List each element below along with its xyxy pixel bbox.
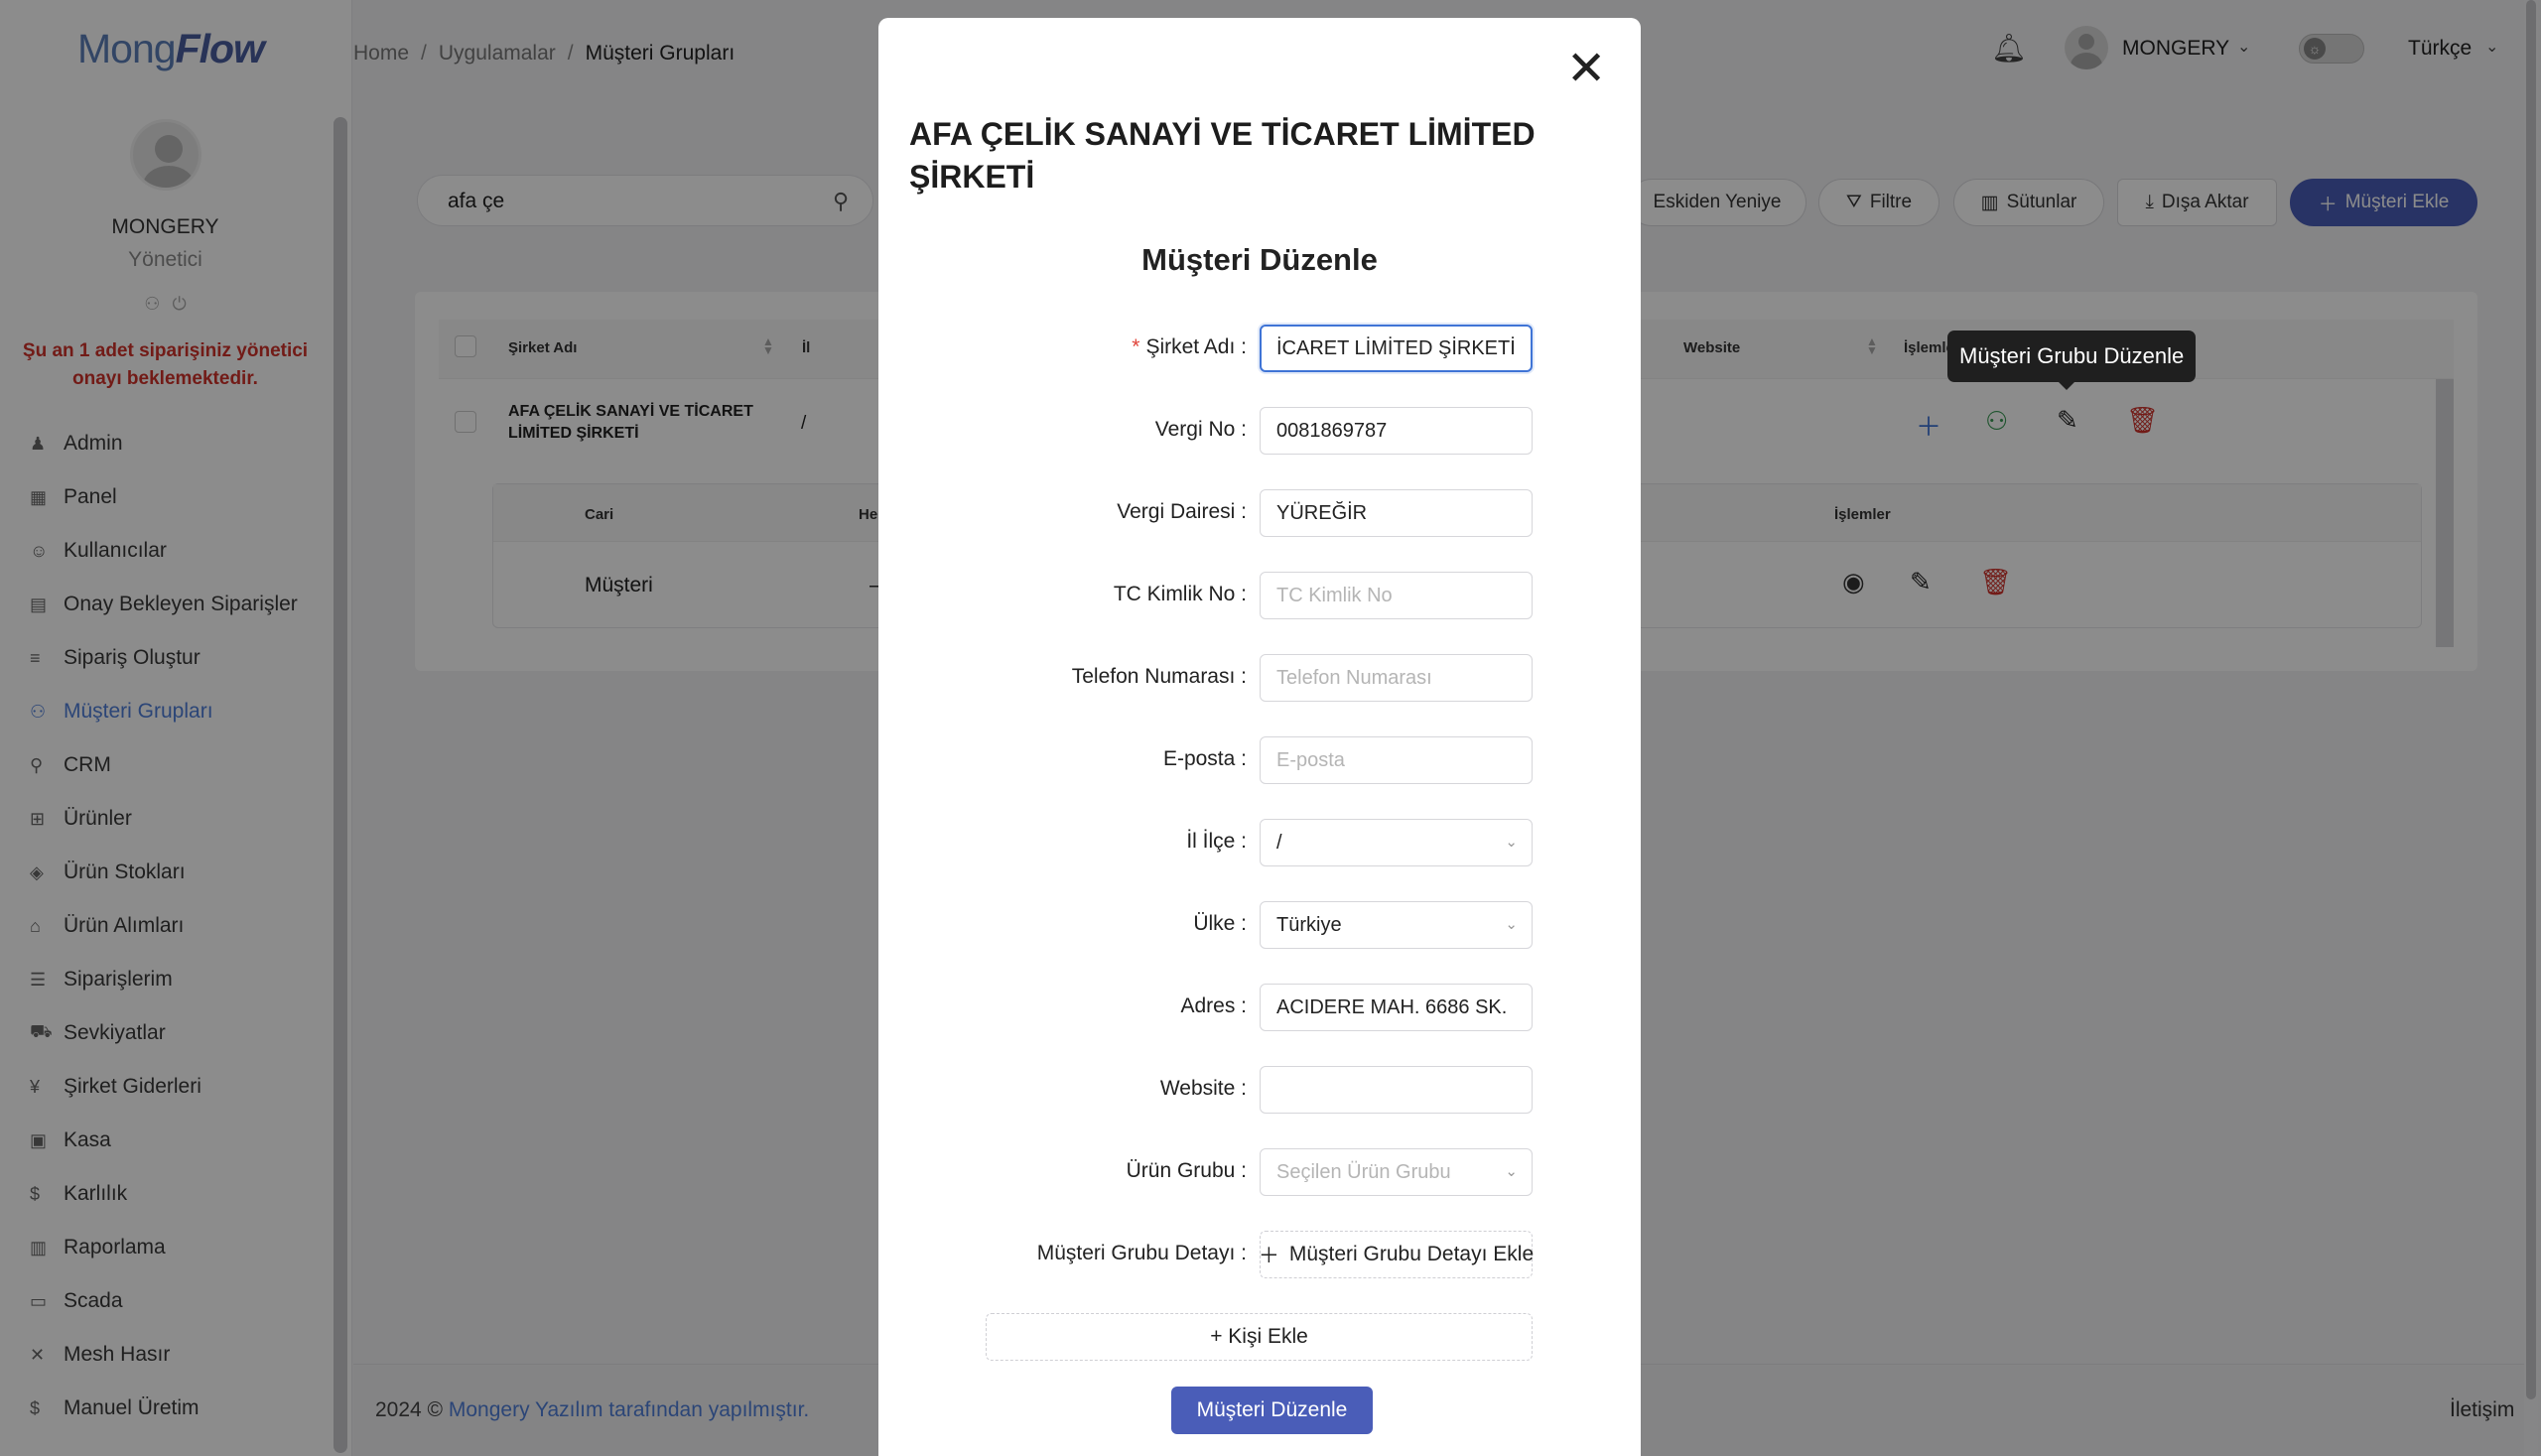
website-label: Website : (1159, 1077, 1247, 1100)
chevron-down-icon: ⌄ (1505, 834, 1518, 851)
address-input[interactable]: ACIDERE MAH. 6686 SK. (1260, 984, 1533, 1031)
add-person-button[interactable]: + Kişi Ekle (986, 1313, 1533, 1361)
company-name-label: * Şirket Adı : (1132, 335, 1247, 358)
email-label: E-posta : (1162, 747, 1247, 770)
group-detail-label: Müşteri Grubu Detayı : (1036, 1242, 1247, 1264)
email-input[interactable]: E-posta (1260, 736, 1533, 784)
chevron-down-icon: ⌄ (1505, 1163, 1518, 1180)
modal-subtitle: Müşteri Düzenle (1141, 242, 1378, 277)
company-name-input[interactable]: İCARET LİMİTED ŞİRKETİ (1260, 325, 1533, 372)
tax-no-label: Vergi No : (1154, 418, 1247, 441)
add-group-detail-button[interactable]: ＋ Müşteri Grubu Detayı Ekle (1258, 1231, 1534, 1278)
website-input[interactable] (1260, 1066, 1533, 1114)
district-label: İl İlçe : (1186, 830, 1247, 853)
district-select[interactable]: / ⌄ (1260, 819, 1533, 866)
address-label: Adres : (1180, 994, 1247, 1017)
close-icon[interactable]: ✕ (1566, 46, 1606, 93)
plus-icon: ＋ (1258, 1245, 1279, 1267)
product-group-label: Ürün Grubu : (1126, 1159, 1247, 1182)
phone-label: Telefon Numarası : (1071, 665, 1247, 688)
tax-office-label: Vergi Dairesi : (1117, 500, 1247, 523)
country-select[interactable]: Türkiye ⌄ (1260, 901, 1533, 949)
tax-office-input[interactable]: YÜREĞİR (1260, 489, 1533, 537)
edit-group-tooltip: Müşteri Grubu Düzenle (1947, 331, 2197, 390)
chevron-down-icon: ⌄ (1505, 916, 1518, 933)
tc-no-input[interactable]: TC Kimlik No (1260, 572, 1533, 619)
modal-title: AFA ÇELİK SANAYİ VE TİCARET LİMİTED ŞİRK… (909, 116, 1536, 195)
country-label: Ülke : (1193, 912, 1247, 935)
tc-no-label: TC Kimlik No : (1113, 583, 1247, 605)
phone-input[interactable]: Telefon Numarası (1260, 654, 1533, 702)
submit-edit-button[interactable]: Müşteri Düzenle (1171, 1387, 1373, 1434)
tax-no-input[interactable]: 0081869787 (1260, 407, 1533, 455)
product-group-select[interactable]: Seçilen Ürün Grubu ⌄ (1260, 1148, 1533, 1196)
